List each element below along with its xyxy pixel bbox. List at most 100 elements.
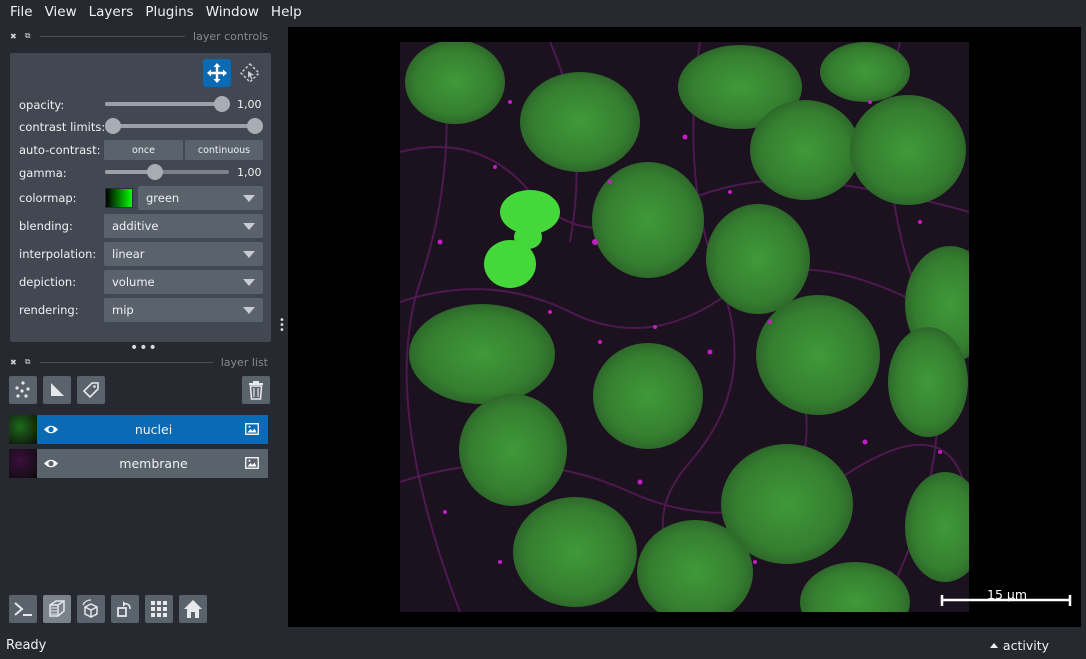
move-arrows-icon [207, 63, 227, 83]
console-button[interactable] [9, 595, 37, 623]
shapes-icon [51, 383, 64, 396]
home-button[interactable] [179, 595, 207, 623]
transform-button[interactable] [236, 59, 264, 87]
image-layer-icon [245, 423, 259, 435]
activity-label: activity [1002, 638, 1049, 653]
titlebar-divider [40, 361, 213, 363]
interpolation-label: interpolation: [19, 247, 97, 261]
gamma-slider-knob[interactable] [146, 164, 163, 180]
layer-row-nuclei[interactable]: nuclei [9, 415, 268, 444]
gamma-value: 1,00 [237, 166, 262, 179]
layer-controls-panel: opacity: 1,00 contrast limits: auto-cont… [10, 53, 271, 342]
depiction-dropdown[interactable]: volume [104, 270, 263, 294]
visibility-eye-icon[interactable] [43, 423, 59, 436]
status-text: Ready [6, 638, 47, 653]
auto-contrast-once-button[interactable]: once [104, 140, 183, 160]
grid-view-button[interactable] [145, 595, 173, 623]
colormap-label: colormap: [19, 191, 77, 205]
dock-resize-handle[interactable]: ••• [130, 340, 158, 356]
close-dock-icon[interactable]: ✖ [10, 32, 17, 41]
opacity-slider[interactable] [105, 96, 230, 112]
menu-help[interactable]: Help [265, 0, 308, 24]
new-points-layer-button[interactable] [9, 376, 37, 404]
scale-bar-label: 15 µm [987, 587, 1028, 602]
float-dock-icon[interactable]: ⧉ [25, 357, 31, 367]
opacity-value: 1,00 [237, 98, 262, 111]
layer-thumbnail [9, 415, 37, 444]
trash-icon [249, 381, 263, 400]
points-icon [15, 381, 30, 398]
rendering-value: mip [112, 303, 134, 317]
auto-contrast-continuous-button[interactable]: continuous [185, 140, 263, 160]
contrast-limits-label: contrast limits: [19, 120, 106, 134]
transpose-icon [117, 601, 131, 617]
gamma-label: gamma: [19, 166, 67, 180]
layer-row-membrane[interactable]: membrane [9, 449, 268, 478]
opacity-label: opacity: [19, 98, 65, 112]
auto-contrast-label: auto-contrast: [19, 143, 101, 157]
colormap-dropdown[interactable]: green [138, 186, 263, 210]
menu-bar: File View Layers Plugins Window Help [0, 0, 1086, 24]
roll-dimensions-button[interactable] [77, 595, 105, 623]
microscopy-image[interactable] [400, 42, 969, 612]
blending-dropdown[interactable]: additive [104, 214, 263, 238]
transform-icon [239, 62, 261, 84]
float-dock-icon[interactable]: ⧉ [25, 31, 31, 41]
menu-window[interactable]: Window [200, 0, 265, 24]
gamma-slider[interactable] [105, 164, 229, 180]
chevron-up-icon [989, 643, 998, 648]
menu-view[interactable]: View [39, 0, 83, 24]
grid-icon [151, 601, 167, 617]
layer-controls-titlebar: ✖ ⧉ layer controls [10, 29, 268, 43]
menu-layers[interactable]: Layers [83, 0, 140, 24]
pan-zoom-button[interactable] [203, 59, 231, 87]
contrast-limits-range [113, 124, 255, 128]
opacity-slider-fill [105, 102, 222, 106]
new-shapes-layer-button[interactable] [43, 376, 71, 404]
chevron-down-icon [243, 195, 255, 202]
cube-rotate-icon [82, 599, 98, 618]
contrast-min-knob[interactable] [105, 118, 121, 134]
menu-file[interactable]: File [4, 0, 39, 24]
cell-image-render [400, 42, 969, 612]
opacity-slider-knob[interactable] [214, 96, 230, 112]
terminal-icon [14, 602, 32, 616]
layer-thumbnail [9, 449, 37, 478]
blending-label: blending: [19, 219, 73, 233]
interpolation-dropdown[interactable]: linear [104, 242, 263, 266]
visibility-eye-icon[interactable] [43, 457, 59, 470]
activity-button[interactable]: activity [989, 638, 1049, 653]
blending-value: additive [112, 219, 159, 233]
image-layer-icon [245, 457, 259, 469]
chevron-down-icon [243, 307, 255, 314]
viewer-canvas[interactable]: 15 µm [288, 27, 1081, 627]
home-icon [184, 600, 202, 618]
label-tag-icon [82, 382, 99, 399]
layer-controls-title: layer controls [193, 29, 268, 43]
status-bar: Ready activity [0, 632, 1086, 659]
layer-name: membrane [119, 456, 188, 471]
contrast-max-knob[interactable] [247, 118, 263, 134]
depiction-label: depiction: [19, 275, 77, 289]
depiction-value: volume [112, 275, 155, 289]
layer-list-title: layer list [220, 355, 268, 369]
delete-layer-button[interactable] [242, 376, 270, 404]
cube-3d-icon [49, 600, 65, 617]
colormap-value: green [146, 191, 180, 205]
chevron-down-icon [243, 223, 255, 230]
titlebar-divider [40, 35, 186, 37]
new-labels-layer-button[interactable] [77, 376, 105, 404]
contrast-limits-slider[interactable] [105, 118, 263, 134]
close-dock-icon[interactable]: ✖ [10, 358, 17, 367]
chevron-down-icon [243, 251, 255, 258]
layer-name: nuclei [134, 422, 173, 437]
menu-plugins[interactable]: Plugins [139, 0, 199, 24]
rendering-dropdown[interactable]: mip [104, 298, 263, 322]
interpolation-value: linear [112, 247, 145, 261]
sidebar-resize-handle[interactable]: • • • [279, 316, 285, 336]
colormap-swatch [105, 188, 133, 208]
transpose-dimensions-button[interactable] [111, 595, 139, 623]
chevron-down-icon [243, 279, 255, 286]
layer-list-titlebar: ✖ ⧉ layer list [10, 355, 268, 369]
toggle-ndisplay-button[interactable] [43, 595, 71, 623]
